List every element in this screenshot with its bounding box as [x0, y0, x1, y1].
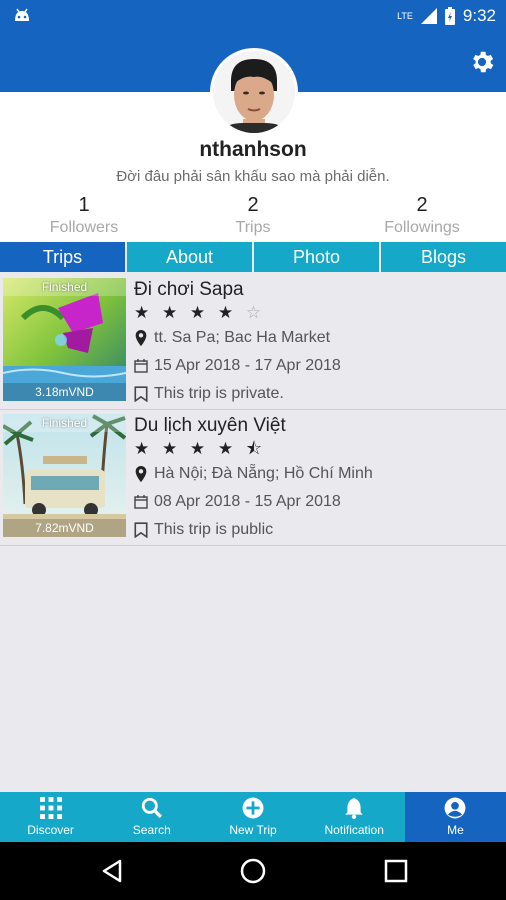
battery-icon [444, 7, 455, 25]
bio-text: Đời đâu phải sân khấu sao mà phải diễn. [116, 168, 390, 185]
grid-icon [39, 797, 62, 819]
tab-trips[interactable]: Trips [0, 242, 125, 272]
trip-title: Đi chơi Sapa [134, 279, 244, 300]
signal-icon [420, 8, 437, 24]
android-icon [15, 8, 29, 21]
followings-stat[interactable]: 2 Followings [338, 192, 506, 238]
trip-list: Finished 3.18mVND Đi chơi Sapa ★ ★ ★ ★ ☆… [0, 274, 506, 546]
trip-card[interactable]: Finished 7.82mVND Du lịch xuyên Việt ★ ★… [0, 410, 506, 546]
nav-discover[interactable]: Discover [0, 792, 101, 842]
tab-blogs[interactable]: Blogs [381, 242, 506, 272]
bottom-nav: Discover Search New Trip Notification Me [0, 792, 506, 842]
home-icon[interactable] [240, 858, 266, 884]
tab-photo[interactable]: Photo [254, 242, 379, 272]
rating-star-empty: ☆ [245, 303, 266, 322]
rating-stars-full: ★ ★ ★ ★ [134, 439, 238, 458]
trip-thumbnail: Finished 3.18mVND [3, 278, 126, 401]
trip-rating: ★ ★ ★ ★ ⯪ [134, 438, 498, 460]
trips-label: Trips [235, 219, 271, 236]
followings-label: Followings [384, 219, 460, 236]
trip-cost: 3.18mVND [3, 383, 126, 401]
system-nav-bar [0, 842, 506, 900]
trip-thumbnail: Finished 7.82mVND [3, 414, 126, 537]
nav-new-trip-label: New Trip [229, 823, 277, 837]
trip-card[interactable]: Finished 3.18mVND Đi chơi Sapa ★ ★ ★ ★ ☆… [0, 274, 506, 410]
nav-notification-label: Notification [324, 823, 384, 837]
trip-cost: 7.82mVND [3, 519, 126, 537]
followers-label: Followers [49, 219, 119, 236]
trip-title: Du lịch xuyên Việt [134, 415, 286, 436]
trip-privacy: This trip is private. [154, 385, 284, 402]
avatar[interactable] [210, 48, 298, 136]
nav-me[interactable]: Me [404, 792, 506, 842]
search-icon [141, 797, 162, 818]
trip-rating: ★ ★ ★ ★ ☆ [134, 302, 498, 324]
recents-icon[interactable] [383, 858, 409, 884]
nav-search-label: Search [132, 823, 171, 837]
profile-tabs: Trips About Photo Blogs [0, 242, 506, 272]
trips-stat[interactable]: 2 Trips [169, 192, 337, 238]
add-circle-icon [242, 797, 264, 819]
rating-stars-full: ★ ★ ★ ★ [134, 303, 238, 322]
gear-icon[interactable] [468, 48, 496, 76]
nav-new-trip[interactable]: New Trip [202, 792, 303, 842]
bookmark-icon [134, 386, 148, 402]
location-pin-icon [135, 466, 147, 482]
nav-notification[interactable]: Notification [304, 792, 405, 842]
calendar-icon [134, 359, 148, 373]
nav-search[interactable]: Search [101, 792, 202, 842]
trip-places: Hà Nội; Đà Nẵng; Hồ Chí Minh [154, 465, 373, 482]
tab-about[interactable]: About [127, 242, 252, 272]
back-icon[interactable] [99, 858, 125, 884]
followings-count: 2 [416, 194, 428, 216]
calendar-icon [134, 495, 148, 509]
trip-dates: 08 Apr 2018 - 15 Apr 2018 [154, 493, 341, 510]
status-bar: LTE 9:32 [0, 0, 506, 34]
trip-status-badge: Finished [3, 278, 126, 296]
followers-count: 1 [78, 194, 90, 216]
clock: 9:32 [462, 6, 496, 25]
bookmark-icon [134, 522, 148, 538]
trip-status-badge: Finished [3, 414, 126, 432]
trip-privacy: This trip is public [154, 521, 274, 538]
location-pin-icon [135, 330, 147, 346]
rating-star-half: ⯪ [245, 439, 266, 458]
trips-count: 2 [247, 194, 259, 216]
followers-stat[interactable]: 1 Followers [0, 192, 168, 238]
person-icon [444, 797, 466, 819]
username: nthanhson [199, 138, 307, 161]
network-label: LTE [397, 11, 413, 21]
nav-me-label: Me [447, 823, 464, 837]
nav-discover-label: Discover [27, 823, 74, 837]
bell-icon [345, 798, 364, 819]
trip-dates: 15 Apr 2018 - 17 Apr 2018 [154, 357, 341, 374]
trip-places: tt. Sa Pa; Bac Ha Market [154, 329, 331, 346]
